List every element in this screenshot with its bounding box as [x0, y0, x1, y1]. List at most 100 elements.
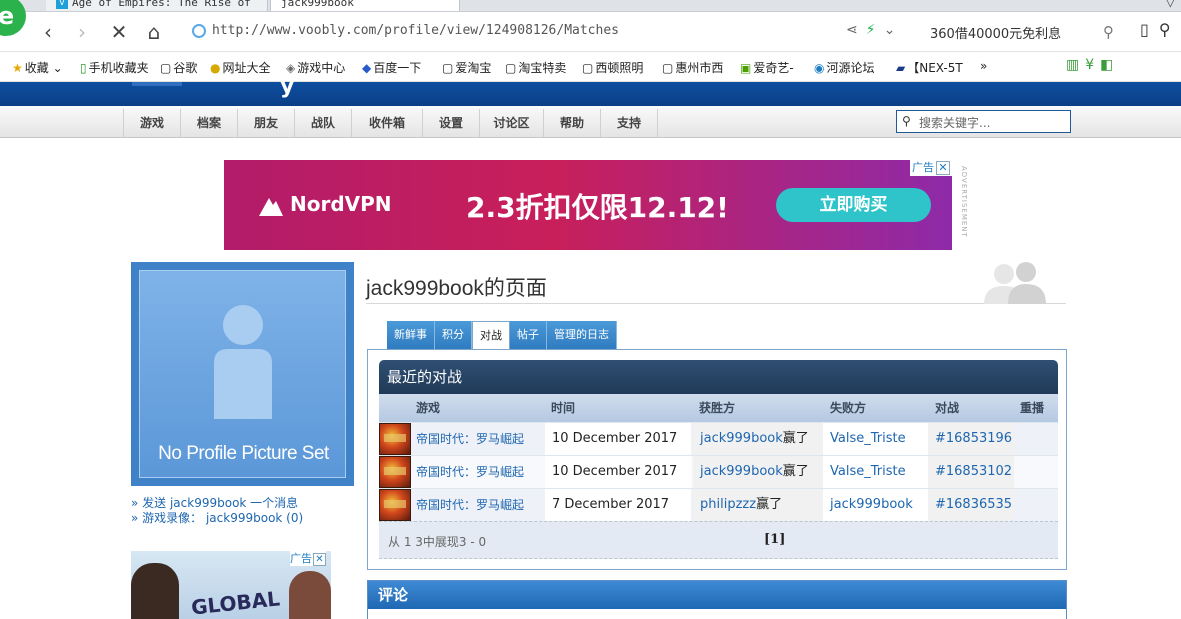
bookmark-item[interactable]: ▢ 惠州市西 [662, 59, 723, 76]
menu-item-games[interactable]: 游戏 [124, 109, 181, 137]
ad-vertical-label: ADVERTISEMENT [960, 166, 968, 238]
tab-menu-icon[interactable]: ▽ [1166, 0, 1175, 9]
winner-link[interactable]: jack999book [700, 431, 783, 446]
profile-picture: No Profile Picture Set [131, 262, 354, 486]
bookmark-item[interactable]: ▣ 爱奇艺- [740, 59, 794, 76]
column-header[interactable]: 时间 [551, 394, 575, 422]
back-icon[interactable]: ‹ [36, 20, 60, 44]
tab-admin-log[interactable]: 管理的日志 [547, 321, 617, 349]
bookmark-item[interactable]: ▰ 【NEX-5T [896, 59, 963, 76]
bookmark-item[interactable]: ◉ 河源论坛 [814, 59, 875, 76]
bookmark-item[interactable]: ◆ 百度一下 [362, 59, 421, 76]
winner-link[interactable]: jack999book [700, 464, 783, 479]
browser-search-text[interactable]: 360借40000元免利息 [930, 23, 1061, 42]
bookmark-item[interactable]: ▢ 爱淘宝 [442, 59, 491, 76]
forward-icon[interactable]: › [70, 20, 94, 44]
loser-link[interactable]: Valse_Triste [830, 464, 906, 479]
bookmark-item[interactable]: ◈ 游戏中心 [286, 59, 345, 76]
menu-item-profile[interactable]: 档案 [181, 109, 238, 137]
tab-points[interactable]: 积分 [435, 321, 472, 349]
page-icon: ▢ [160, 61, 172, 75]
ad-banner[interactable]: NordVPN 2.3折扣仅限12.12! 立即购买 [224, 160, 952, 250]
tmall-icon: ▰ [896, 61, 906, 75]
recorded-games-link[interactable]: » 游戏录像： jack999book (0) [131, 511, 303, 526]
stop-icon[interactable]: ✕ [107, 20, 131, 44]
site-search-input[interactable]: ⚲ 搜索关键字... [896, 110, 1071, 133]
bookmark-item[interactable]: ★ 收藏 ⌄ [12, 59, 63, 76]
game-icon[interactable] [379, 456, 411, 488]
site-logo[interactable] [132, 82, 182, 86]
browser-tab-2[interactable]: jack999book [270, 0, 460, 11]
win-suffix: 赢了 [756, 497, 783, 512]
game-link[interactable]: 帝国时代：罗马崛起 [416, 498, 524, 512]
close-icon[interactable]: ✕ [936, 161, 950, 175]
home-icon[interactable]: ⌂ [142, 20, 166, 44]
bookmark-item[interactable]: ▢ 淘宝特卖 [505, 59, 566, 76]
match-link[interactable]: #16853102 [935, 464, 1012, 479]
match-link[interactable]: #16836535 [935, 497, 1012, 512]
browser-search-box[interactable]: 360借40000元免利息 ⚲ [922, 19, 1120, 45]
search-icon[interactable]: ⚲ [1103, 23, 1114, 41]
dropdown-icon[interactable]: ⌄ [884, 22, 904, 38]
money-icon[interactable]: ¥ [1085, 57, 1100, 73]
site-menu: 游戏 档案 朋友 战队 收件箱 设置 讨论区 帮助 支持 [123, 109, 658, 137]
bookmark-item[interactable]: ▢ 谷歌 [160, 59, 197, 76]
phone-icon[interactable]: ▯ [1140, 20, 1159, 39]
reader-icon[interactable]: ▥ [1066, 57, 1085, 73]
menu-item-friends[interactable]: 朋友 [238, 109, 295, 137]
table-row: 帝国时代：罗马崛起 10 December 2017 jack999book赢了… [379, 422, 1058, 455]
matches-header: 最近的对战 [379, 360, 1058, 394]
pagination-page-1[interactable]: [1] [764, 532, 785, 547]
tab-news[interactable]: 新鲜事 [387, 321, 435, 349]
menu-item-support[interactable]: 支持 [601, 109, 658, 137]
comments-panel: 评论 [367, 580, 1067, 619]
column-header[interactable]: 对战 [935, 394, 959, 422]
column-header[interactable]: 游戏 [416, 394, 440, 422]
game-icon[interactable] [379, 489, 411, 521]
menu-item-settings[interactable]: 设置 [423, 109, 480, 137]
loser-link[interactable]: jack999book [830, 497, 913, 512]
send-message-link[interactable]: » 发送 jack999book 一个消息 [131, 496, 303, 511]
address-text[interactable]: http://www.voobly.com/profile/view/12490… [212, 23, 619, 38]
game-link[interactable]: 帝国时代：罗马崛起 [416, 432, 524, 446]
tab-posts[interactable]: 帖子 [510, 321, 547, 349]
share-icon[interactable]: ⋖ [846, 22, 866, 38]
ad-buy-button[interactable]: 立即购买 [776, 188, 931, 222]
close-icon[interactable]: ✕ [313, 553, 326, 566]
win-suffix: 赢了 [782, 431, 809, 446]
menu-icon[interactable]: ⚲ [1159, 20, 1181, 39]
game-link[interactable]: 帝国时代：罗马崛起 [416, 465, 524, 479]
address-bar[interactable]: http://www.voobly.com/profile/view/12490… [190, 20, 830, 44]
column-header[interactable]: 重播 [1020, 394, 1044, 422]
nav-right-tools: ▯⚲ [1140, 20, 1181, 39]
game-icon[interactable]: ◧ [1100, 57, 1119, 73]
menu-item-clans[interactable]: 战队 [295, 109, 352, 137]
column-header[interactable]: 获胜方 [699, 394, 735, 422]
browser-tabstrip: v Age of Empires: The Rise of jack999book… [0, 0, 1181, 12]
menu-item-inbox[interactable]: 收件箱 [352, 109, 423, 137]
search-icon: ⚲ [902, 114, 911, 128]
bookmark-item[interactable]: ▯ 手机收藏夹 [80, 59, 149, 76]
menu-item-help[interactable]: 帮助 [544, 109, 601, 137]
match-link[interactable]: #16853196 [935, 431, 1012, 446]
bookmarks-more-icon[interactable]: » [980, 59, 987, 73]
bookmark-item[interactable]: ● 网址大全 [210, 59, 271, 76]
game-icon[interactable] [379, 423, 411, 455]
tab-matches[interactable]: 对战 [472, 321, 510, 349]
browser-tab-1[interactable]: v Age of Empires: The Rise of [46, 0, 268, 11]
ad-promo-text: 2.3折扣仅限12.12! [466, 191, 729, 224]
no-picture-text: No Profile Picture Set [158, 443, 329, 464]
page-icon: ▢ [662, 61, 674, 75]
star-icon: ★ [12, 61, 23, 75]
winner-link[interactable]: philipzzz [700, 497, 756, 512]
table-header: 游戏 时间 获胜方 失败方 对战 重播 [379, 394, 1058, 422]
browser-logo-icon[interactable]: e [0, 0, 26, 36]
column-header[interactable]: 失败方 [830, 394, 866, 422]
speed-mode-icon[interactable]: ⚡ [866, 22, 884, 38]
bookmark-item[interactable]: ▢ 西顿照明 [582, 59, 643, 76]
menu-item-forum[interactable]: 讨论区 [480, 109, 544, 137]
loser-link[interactable]: Valse_Triste [830, 431, 906, 446]
table-footer: 从 1 3中展现3 - 0 [1] [379, 521, 1058, 559]
match-time: 10 December 2017 [545, 456, 691, 488]
profile-links: » 发送 jack999book 一个消息 » 游戏录像： jack999boo… [131, 496, 303, 526]
